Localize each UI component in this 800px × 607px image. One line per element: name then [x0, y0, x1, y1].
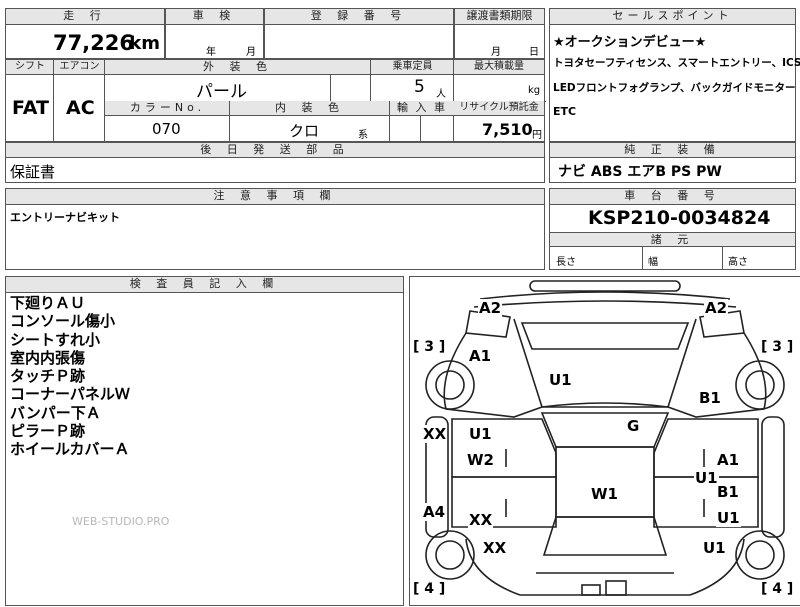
inspector-line: 下廻りＡＵ	[10, 294, 86, 312]
colorno-label: カラーNo.	[105, 101, 230, 116]
damage-mark-bracket3-right: [ 3 ]	[760, 339, 795, 355]
damage-mark-w2-left: W2	[466, 451, 495, 469]
length-label: 長さ	[556, 257, 576, 268]
damage-mark-a1-right: A1	[716, 451, 741, 469]
sales-points-box: セールスポイント ★オークションデビュー★ トヨタセーフティセンス、スマートエン…	[549, 8, 800, 142]
inspector-line: ピラーＰ跡	[10, 422, 86, 441]
transfer-month: 月	[491, 47, 501, 58]
transfer-label: 譲渡書類期限	[455, 9, 544, 25]
inspector-label: 検 査 員 記 入 欄	[6, 277, 403, 293]
equipment-value: ナビ ABS エアB PS PW	[558, 164, 722, 180]
notes-value: エントリーナビキット	[10, 211, 120, 224]
exterior-value: パール	[196, 82, 247, 102]
damage-mark-xx-rdoor-left: XX	[468, 511, 494, 529]
shift-label: シフト	[6, 60, 54, 75]
watermark: WEB-STUDIO.PRO	[72, 515, 170, 528]
damage-mark-u1-left: U1	[468, 425, 493, 443]
damage-mark-a2-right: A2	[704, 299, 729, 317]
damage-mark-w1-center: W1	[590, 485, 619, 503]
capacity-value: 5	[414, 77, 425, 97]
inspector-box: 検 査 員 記 入 欄 下廻りＡＵ コンソール傷小 シートすれ小 室内内張傷 タ…	[5, 276, 404, 606]
damage-mark-bracket4-right: [ 4 ]	[760, 581, 795, 597]
registration-box: 登 録 番 号	[264, 8, 454, 59]
inspector-lines: 下廻りＡＵ コンソール傷小 シートすれ小 室内内張傷 タッチＰ跡 コーナーパネル…	[10, 294, 130, 459]
transfer-day: 日	[529, 47, 539, 58]
shift-value: FAT	[12, 97, 49, 119]
sales-point-line-2: トヨタセーフティセンス、スマートエントリー、ICS	[553, 57, 800, 69]
registration-label: 登 録 番 号	[265, 9, 453, 25]
maxload-unit: kg	[528, 85, 541, 96]
inspection-year: 年	[206, 47, 216, 58]
damage-mark-g-roof: G	[626, 417, 641, 435]
interior-unit: 系	[358, 130, 368, 141]
sales-point-line-4: ETC	[553, 105, 577, 118]
damage-mark-a1-front: A1	[468, 347, 493, 365]
sales-point-line-1: ★オークションデビュー★	[553, 35, 707, 50]
capacity-label: 乗車定員	[371, 60, 454, 75]
damage-mark-u1-rdoor-right: U1	[716, 509, 741, 527]
mileage-value: 77,226	[52, 31, 134, 55]
interior-value: クロ	[289, 122, 320, 140]
recycle-value: 7,510	[482, 120, 533, 139]
inspector-line: バンパー下Ａ	[10, 403, 101, 422]
damage-mark-b1-rdoor: B1	[716, 483, 740, 501]
mileage-box: 走 行 77,226 km	[5, 8, 165, 59]
later-parts-label: 後 日 発 送 部 品	[6, 143, 544, 158]
inspector-line: シートすれ小	[10, 330, 101, 349]
inspection-month: 月	[246, 47, 256, 58]
height-label: 高さ	[728, 257, 748, 268]
damage-mark-bracket3-left: [ 3 ]	[412, 339, 447, 355]
exterior-label: 外 装 色	[105, 60, 371, 75]
damage-mark-a2-left: A2	[478, 299, 503, 317]
later-parts-box: 後 日 発 送 部 品 保証書	[5, 142, 545, 183]
dims-label: 諸 元	[550, 232, 795, 247]
inspector-line: タッチＰ跡	[10, 367, 86, 386]
car-diagram-box: A2 A2[ 3 ][ 3 ] A1 U1 B1 XX U1 G W2 A1 U1 W1 B1 A4 XX U…	[409, 276, 800, 606]
colorno-value: 070	[152, 120, 181, 138]
width-label: 幅	[648, 257, 658, 268]
aircon-value: AC	[66, 97, 95, 119]
import-label: 輸 入 車	[390, 101, 454, 116]
inspector-line: ホイールカバーＡ	[10, 440, 130, 459]
capacity-unit: 人	[436, 89, 446, 100]
damage-mark-bracket4-left: [ 4 ]	[412, 581, 447, 597]
equipment-box: 純 正 装 備 ナビ ABS エアB PS PW	[549, 142, 796, 183]
spec-grid: シフト エアコン 外 装 色 乗車定員 最大積載量 FAT AC パール 5 人…	[5, 59, 546, 143]
chassis-value: KSP210-0034824	[588, 207, 771, 229]
transfer-box: 譲渡書類期限 月 日	[454, 8, 545, 59]
equipment-label: 純 正 装 備	[550, 143, 795, 158]
aircon-label: エアコン	[54, 60, 105, 75]
recycle-unit: 円	[532, 130, 542, 141]
mileage-unit: km	[129, 33, 160, 54]
inspection-label: 車 検	[166, 9, 263, 25]
sales-point-line-3: LEDフロントフォグランプ、バックガイドモニター	[553, 82, 796, 94]
damage-mark-xx-rear: XX	[482, 539, 508, 557]
inspection-box: 車 検 年 月	[165, 8, 264, 59]
sales-points-label: セールスポイント	[550, 9, 795, 25]
inspector-line: 室内内張傷	[10, 348, 86, 367]
inspector-line: コンソール傷小	[10, 312, 116, 331]
damage-mark-u1-rear-right: U1	[702, 539, 727, 557]
chassis-box: 車 台 番 号 KSP210-0034824 諸 元 長さ 幅 高さ	[549, 188, 796, 270]
maxload-label: 最大積載量	[454, 60, 544, 75]
notes-box: 注 意 事 項 欄 エントリーナビキット	[5, 188, 545, 270]
damage-mark-b1-right: B1	[698, 389, 722, 407]
recycle-label: リサイクル預託金	[454, 101, 544, 116]
damage-mark-u1-right: U1	[694, 469, 719, 487]
inspector-line: コーナーパネルＷ	[10, 385, 130, 404]
damage-mark-a4-left: A4	[422, 503, 447, 521]
damage-mark-u1-hood: U1	[548, 371, 573, 389]
mileage-label: 走 行	[6, 9, 164, 25]
notes-label: 注 意 事 項 欄	[6, 189, 544, 205]
later-parts-value: 保証書	[10, 163, 56, 181]
damage-mark-xx-left: XX	[422, 425, 448, 443]
chassis-label: 車 台 番 号	[550, 189, 795, 205]
interior-label: 内 装 色	[230, 101, 390, 116]
